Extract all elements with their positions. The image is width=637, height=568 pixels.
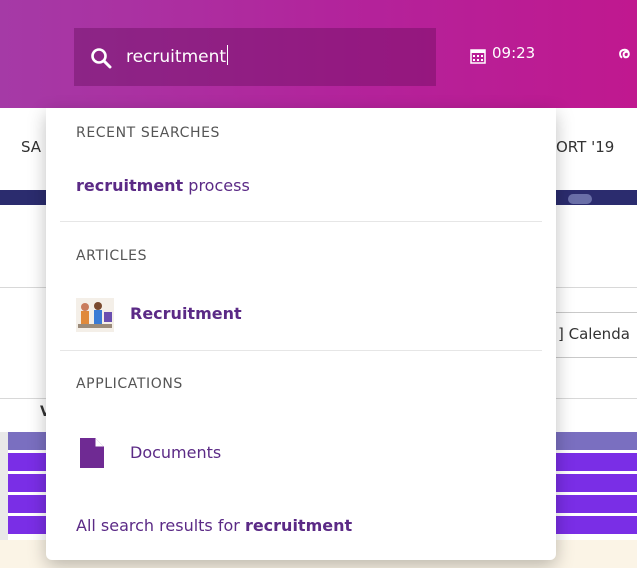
calendar-button[interactable]: ] Calenda <box>549 312 637 358</box>
applications-heading: APPLICATIONS <box>76 376 183 392</box>
search-dropdown: RECENT SEARCHES recruitment process ARTI… <box>46 108 556 560</box>
search-icon <box>91 48 112 69</box>
all-results-term: recruitment <box>244 516 353 535</box>
banner-indicator <box>568 194 592 204</box>
recent-search-item[interactable]: recruitment process <box>76 176 250 195</box>
text-caret <box>227 45 229 65</box>
search-input-value: recruitment <box>126 47 227 67</box>
article-thumbnail <box>76 298 114 332</box>
recent-searches-heading: RECENT SEARCHES <box>76 125 221 141</box>
separator <box>60 350 542 351</box>
recent-search-term: recruitment <box>76 176 184 195</box>
header-symbol[interactable]: ര <box>618 43 629 63</box>
recent-search-rest: process <box>183 176 250 195</box>
document-icon <box>80 438 104 468</box>
separator <box>60 221 542 222</box>
nav-item-partial-right[interactable]: ORT '19 <box>556 138 614 156</box>
clock-time: 09:23 <box>492 44 536 62</box>
all-search-results-link[interactable]: All search results for recruitment <box>76 516 352 535</box>
nav-item-partial-left[interactable]: SA <box>21 138 41 156</box>
search-input[interactable]: recruitment <box>126 45 229 69</box>
all-results-prefix: All search results for <box>76 516 245 535</box>
calendar-icon <box>470 49 486 64</box>
application-documents-link[interactable]: Documents <box>130 443 221 462</box>
top-header: recruitment 09:23 ര <box>0 0 637 108</box>
calendar-button-label: ] Calenda <box>558 325 630 343</box>
articles-heading: ARTICLES <box>76 248 148 264</box>
article-recruitment-link[interactable]: Recruitment <box>130 304 242 323</box>
search-box[interactable]: recruitment <box>74 28 436 86</box>
